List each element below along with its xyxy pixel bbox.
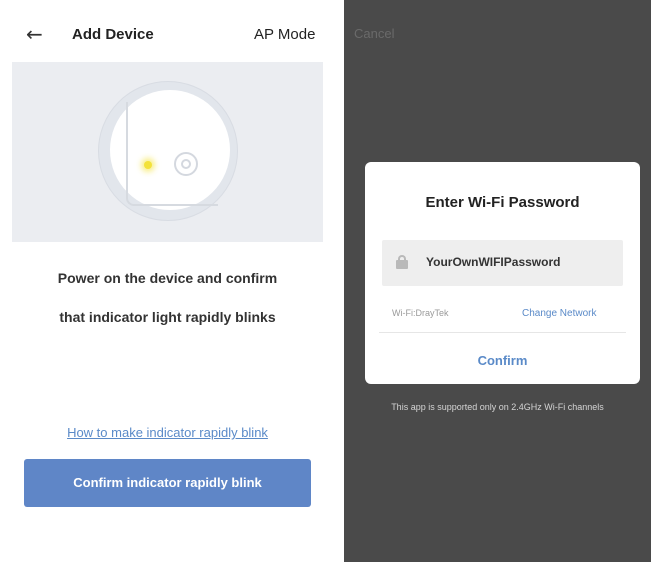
wifi-password-input[interactable]: YourOwnWIFIPassword	[382, 240, 623, 286]
page-title: Add Device	[72, 26, 154, 43]
wifi-password-screen: Cancel Enter Wi-Fi Password YourOwnWIFIP…	[344, 0, 651, 562]
indicator-light-icon	[144, 161, 152, 169]
wifi-support-note: This app is supported only on 2.4GHz Wi-…	[391, 402, 604, 412]
change-network-link[interactable]: Change Network	[522, 308, 596, 319]
network-name: Wi-Fi:DrayTek	[392, 308, 449, 318]
ap-mode-button[interactable]: AP Mode	[254, 26, 315, 43]
confirm-blink-button[interactable]: Confirm indicator rapidly blink	[24, 459, 311, 507]
device-outline	[126, 102, 218, 206]
lock-icon	[396, 255, 408, 269]
device-illustration	[12, 62, 323, 242]
back-arrow-icon[interactable]: ←	[26, 23, 43, 45]
blink-help-link[interactable]: How to make indicator rapidly blink	[0, 425, 335, 440]
instruction-text-line2: that indicator light rapidly blinks	[59, 309, 276, 325]
reset-button-core-icon	[181, 159, 191, 169]
add-device-screen: ← Add Device AP Mode Power on the device…	[0, 0, 335, 562]
wifi-password-dialog: Enter Wi-Fi Password YourOwnWIFIPassword…	[365, 162, 640, 384]
dialog-divider	[379, 332, 626, 333]
instruction-text-line1: Power on the device and confirm	[57, 270, 278, 286]
password-value: YourOwnWIFIPassword	[426, 255, 561, 269]
cancel-button[interactable]: Cancel	[354, 26, 394, 41]
dialog-title: Enter Wi-Fi Password	[425, 194, 580, 211]
top-bar: ← Add Device AP Mode	[0, 18, 335, 58]
dialog-confirm-button[interactable]: Confirm	[365, 353, 640, 368]
